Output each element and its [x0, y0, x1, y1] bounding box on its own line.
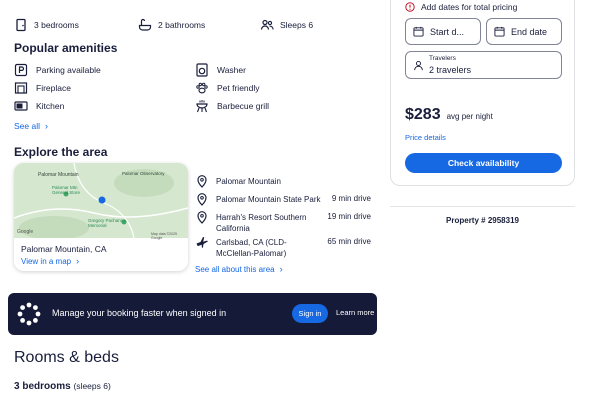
map-location: Palomar Mountain, CA — [21, 244, 107, 254]
rooms-bedrooms-heading: 3 bedrooms (sleeps 6) — [14, 381, 111, 392]
amenity-label: Kitchen — [36, 101, 65, 111]
place-item: Carlsbad, CA (CLD-McClellan-Palomar) 65 … — [195, 235, 371, 259]
chevron-right-icon: › — [76, 256, 80, 266]
google-logo: Google — [17, 229, 34, 235]
parking-icon — [14, 63, 28, 77]
fireplace-icon — [14, 81, 28, 95]
property-label: Property # — [446, 216, 486, 225]
end-date-field[interactable]: End date — [486, 18, 562, 45]
price-unit: avg per night — [446, 112, 493, 121]
pin-icon — [195, 174, 209, 188]
view-in-map-label[interactable]: View in a map — [21, 257, 71, 266]
area-see-all-link[interactable]: See all about this area › — [195, 264, 283, 274]
place-distance: 65 min drive — [327, 237, 371, 246]
booking-card: Add dates for total pricing Start d... E… — [390, 0, 575, 186]
price-block: $283 avg per night — [405, 106, 493, 124]
map-label-general-store: Palomar Mtn General Store — [52, 185, 81, 195]
signin-button[interactable]: Sign in — [292, 304, 328, 323]
amenity-washer: Washer — [195, 63, 246, 77]
pricing-notice-text: Add dates for total pricing — [421, 2, 518, 12]
amenity-pet-friendly: Pet friendly — [195, 81, 260, 95]
place-distance: 9 min drive — [331, 194, 371, 203]
amenity-label: Barbecue grill — [217, 101, 269, 111]
signin-banner: Manage your booking faster when signed i… — [8, 293, 377, 335]
grill-icon — [195, 99, 209, 113]
amenity-label: Fireplace — [36, 83, 71, 93]
amenities-see-all-link[interactable]: See all › — [14, 121, 48, 131]
rooms-sleeps-label: (sleeps 6) — [73, 381, 111, 391]
calendar-icon — [413, 26, 424, 37]
place-distance: 19 min drive — [327, 212, 371, 221]
view-in-map-link[interactable]: View in a map › — [21, 256, 79, 266]
pricing-notice: Add dates for total pricing — [405, 2, 517, 12]
amenity-parking: Parking available — [14, 63, 101, 77]
start-date-label: Start d... — [430, 26, 465, 37]
fact-bathrooms: 2 bathrooms — [138, 18, 205, 32]
learn-more-link[interactable]: Learn more — [336, 308, 374, 317]
map-label-gregory: Gregory Pachanco Memorial — [88, 218, 126, 228]
calendar-icon — [494, 26, 505, 37]
brand-logo-icon — [16, 301, 42, 327]
door-icon — [14, 18, 28, 32]
start-date-field[interactable]: Start d... — [405, 18, 481, 45]
divider — [390, 206, 575, 207]
fact-bathrooms-label: 2 bathrooms — [158, 20, 206, 30]
map-card[interactable]: Palomar Mountain Palomar Mtn General Sto… — [14, 163, 188, 271]
amenities-see-all-label[interactable]: See all — [14, 121, 40, 131]
map-label-observatory: Palomar Observatory — [122, 171, 165, 176]
bathtub-icon — [138, 18, 152, 32]
amenity-label: Washer — [217, 65, 246, 75]
place-item: Palomar Mountain State Park 9 min drive — [195, 192, 371, 206]
property-number: Property # 2958319 — [390, 216, 575, 225]
washer-icon — [195, 63, 209, 77]
area-title: Explore the area — [14, 145, 108, 159]
paw-icon — [195, 81, 209, 95]
place-name: Harrah's Resort Southern California — [216, 213, 307, 233]
fact-bedrooms-label: 3 bedrooms — [34, 20, 79, 30]
amenity-label: Parking available — [36, 65, 101, 75]
place-name: Palomar Mountain State Park — [216, 194, 321, 204]
amenity-barbecue: Barbecue grill — [195, 99, 269, 113]
price-details-link[interactable]: Price details — [405, 133, 446, 142]
rooms-title: Rooms & beds — [14, 349, 119, 366]
travelers-value: 2 travelers — [429, 65, 472, 75]
amenity-fireplace: Fireplace — [14, 81, 71, 95]
alert-icon — [405, 2, 415, 12]
place-name: Carlsbad, CA (CLD-McClellan-Palomar) — [216, 238, 287, 258]
banner-message: Manage your booking faster when signed i… — [52, 308, 227, 318]
travelers-label: Travelers — [429, 55, 456, 62]
map-attribution: Map data ©2025 Google — [151, 232, 177, 240]
check-availability-button[interactable]: Check availability — [405, 153, 562, 173]
people-icon — [260, 18, 274, 32]
area-see-all-label[interactable]: See all about this area — [195, 265, 275, 274]
airplane-icon — [195, 235, 209, 249]
fact-bedrooms: 3 bedrooms — [14, 18, 79, 32]
price-amount: $283 — [405, 106, 441, 123]
place-item: Harrah's Resort Southern California 19 m… — [195, 210, 371, 234]
pin-icon — [195, 192, 209, 206]
property-id: 2958319 — [487, 216, 519, 225]
map-label-palomar-mountain: Palomar Mountain — [38, 172, 79, 178]
chevron-right-icon: › — [45, 121, 48, 131]
chevron-right-icon: › — [279, 264, 283, 274]
pin-icon — [195, 210, 209, 224]
fact-sleeps: Sleeps 6 — [260, 18, 313, 32]
map-preview[interactable]: Palomar Mountain Palomar Mtn General Sto… — [14, 163, 188, 240]
microwave-icon — [14, 99, 28, 113]
rooms-bedrooms-label: 3 bedrooms — [14, 381, 71, 392]
amenities-title: Popular amenities — [14, 41, 118, 55]
amenity-kitchen: Kitchen — [14, 99, 64, 113]
fact-sleeps-label: Sleeps 6 — [280, 20, 314, 30]
amenity-label: Pet friendly — [217, 83, 260, 93]
end-date-label: End date — [511, 26, 548, 37]
place-item: Palomar Mountain — [195, 174, 281, 188]
person-icon — [413, 60, 424, 71]
travelers-field[interactable]: Travelers 2 travelers — [405, 51, 562, 79]
place-name: Palomar Mountain — [216, 176, 281, 186]
